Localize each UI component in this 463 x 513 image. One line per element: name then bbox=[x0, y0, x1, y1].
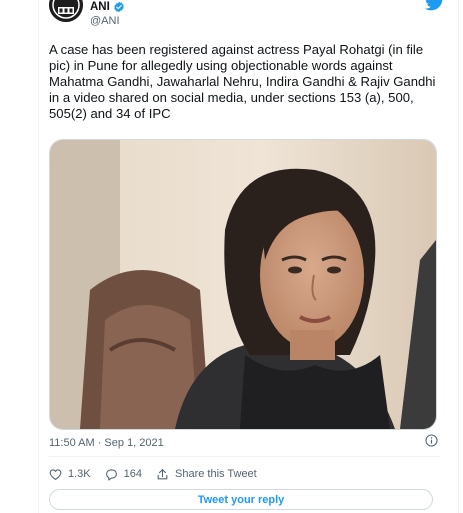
twitter-bird-icon[interactable] bbox=[424, 0, 445, 16]
author-name-text: ANI bbox=[90, 1, 110, 13]
share-label: Share this Tweet bbox=[175, 468, 257, 480]
info-icon[interactable] bbox=[425, 434, 438, 452]
photo-image bbox=[50, 140, 436, 429]
tweet-actions: 1.3K 164 Share this Tweet bbox=[49, 466, 271, 482]
reply-button[interactable]: 164 bbox=[105, 468, 142, 481]
like-count: 1.3K bbox=[68, 468, 91, 480]
avatar[interactable] bbox=[49, 0, 83, 22]
tweet-card: ANI @ANI A case has been registered agai… bbox=[38, 0, 459, 513]
verified-badge-icon bbox=[114, 1, 124, 13]
tweet-text: A case has been registered against actre… bbox=[49, 42, 436, 121]
tweet-timestamp[interactable]: 11:50 AM · Sep 1, 2021 bbox=[49, 437, 164, 449]
divider bbox=[49, 456, 441, 457]
author-handle[interactable]: @ANI bbox=[90, 15, 120, 27]
author-name[interactable]: ANI bbox=[90, 1, 125, 13]
tweet-photo[interactable] bbox=[49, 139, 437, 430]
like-button[interactable]: 1.3K bbox=[49, 468, 91, 481]
tweet-your-reply-button[interactable]: Tweet your reply bbox=[49, 489, 433, 510]
reply-icon bbox=[105, 468, 117, 480]
reply-count: 164 bbox=[123, 468, 142, 480]
tweet-header: ANI @ANI bbox=[49, 0, 449, 34]
share-icon bbox=[157, 468, 168, 479]
ani-logo-icon bbox=[49, 0, 83, 22]
share-button[interactable]: Share this Tweet bbox=[156, 468, 257, 481]
heart-icon bbox=[49, 468, 62, 480]
